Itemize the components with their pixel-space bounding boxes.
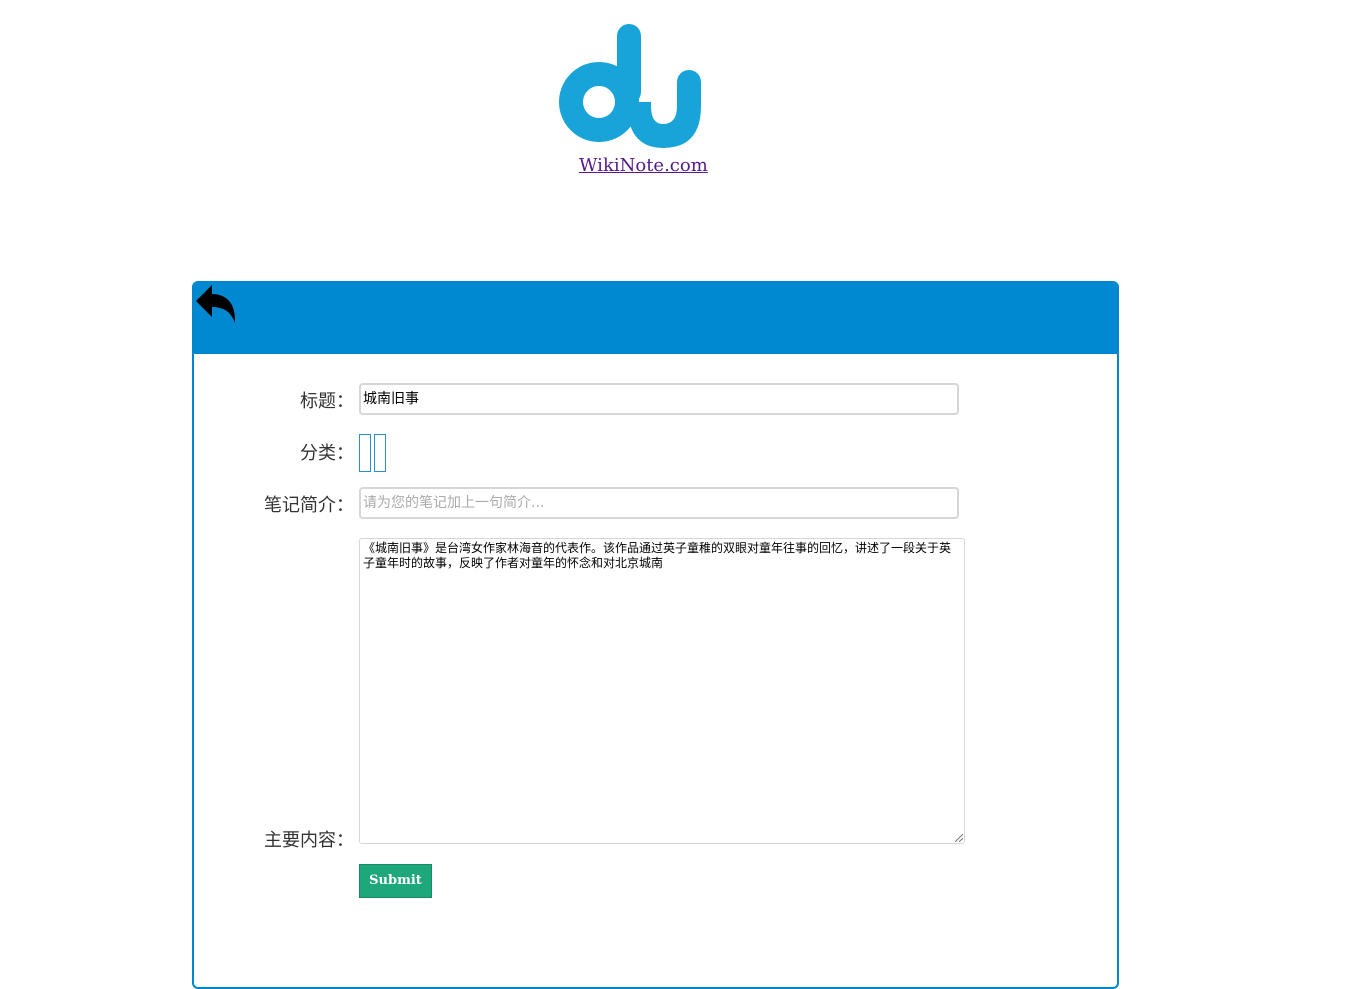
back-button[interactable]: [194, 283, 240, 329]
category-box[interactable]: [374, 434, 386, 472]
summary-input[interactable]: 请为您的笔记加上一句简介...: [359, 487, 959, 519]
submit-button[interactable]: Submit: [359, 864, 432, 898]
panel-header-bar: [194, 283, 1117, 354]
category-selector[interactable]: [359, 434, 389, 472]
site-home-link[interactable]: WikiNote.com: [579, 155, 708, 176]
note-editor-panel: 标题： 城南旧事 分类： 笔记简介： 请为您的笔记加上一句简介... 《城南旧事…: [192, 281, 1119, 989]
summary-label: 笔记简介：: [264, 495, 354, 516]
category-box[interactable]: [359, 434, 371, 472]
site-header: WikiNote.com: [0, 0, 1349, 200]
title-input[interactable]: 城南旧事: [359, 383, 959, 415]
resize-grip-icon[interactable]: [955, 834, 963, 842]
content-label: 主要内容：: [264, 830, 354, 851]
reply-arrow-icon: [196, 285, 236, 323]
content-text: 《城南旧事》是台湾女作家林海音的代表作。该作品通过英子童稚的双眼对童年往事的回忆…: [363, 541, 952, 570]
content-textarea[interactable]: 《城南旧事》是台湾女作家林海音的代表作。该作品通过英子童稚的双眼对童年往事的回忆…: [359, 538, 965, 844]
category-label: 分类：: [300, 443, 354, 464]
du-logo-icon[interactable]: [555, 20, 705, 152]
title-label: 标题：: [300, 391, 354, 412]
